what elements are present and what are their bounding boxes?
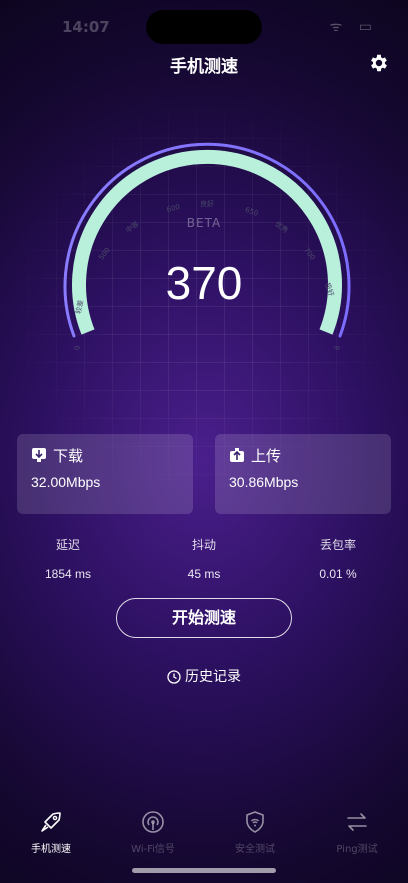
jitter-label: 抖动 bbox=[191, 538, 216, 552]
gauge-tick-label: 良好 bbox=[200, 199, 214, 208]
upload-value: 30.86Mbps bbox=[229, 474, 299, 490]
rocket-icon bbox=[41, 812, 61, 832]
tab-label: Ping测试 bbox=[336, 844, 378, 855]
packet-loss-label: 丢包率 bbox=[319, 538, 356, 552]
download-card: 下载 32.00Mbps bbox=[17, 434, 193, 514]
signal-icon bbox=[142, 811, 164, 833]
bottom-tab-bar: 手机测速 Wi-Fi信号 安全测试 Ping测试 bbox=[0, 800, 408, 860]
clock-icon bbox=[167, 670, 181, 684]
tab-label: 安全测试 bbox=[235, 844, 275, 855]
home-indicator bbox=[132, 868, 276, 873]
jitter-value: 45 ms bbox=[187, 567, 221, 581]
gear-icon[interactable] bbox=[368, 52, 390, 74]
gauge-tick-number: 950 bbox=[331, 345, 341, 350]
download-value: 32.00Mbps bbox=[31, 474, 101, 490]
upload-icon bbox=[230, 448, 244, 462]
download-icon bbox=[32, 448, 46, 462]
beta-badge: BETA bbox=[186, 216, 222, 230]
gauge-tick-number: 250 bbox=[73, 345, 83, 350]
speed-gauge: 250较差500中等600良好650优秀700极好950 bbox=[63, 142, 351, 350]
packet-loss-metric: 丢包率 0.01 % bbox=[278, 536, 398, 581]
history-link[interactable]: 历史记录 bbox=[0, 666, 408, 686]
latency-value: 1854 ms bbox=[44, 567, 92, 581]
upload-label: 上传 bbox=[251, 447, 282, 465]
tab-wifi-signal[interactable]: Wi-Fi信号 bbox=[108, 810, 198, 855]
upload-card: 上传 30.86Mbps bbox=[215, 434, 391, 514]
shield-wifi-icon bbox=[246, 811, 264, 833]
download-label: 下载 bbox=[53, 447, 84, 465]
history-label: 历史记录 bbox=[185, 669, 241, 685]
tab-label: Wi-Fi信号 bbox=[131, 844, 175, 855]
latency-metric: 延迟 1854 ms bbox=[8, 536, 128, 581]
gauge-tick-number: 600 bbox=[166, 203, 181, 214]
tab-security-test[interactable]: 安全测试 bbox=[210, 810, 300, 855]
latency-label: 延迟 bbox=[55, 538, 80, 552]
arrows-icon bbox=[347, 813, 367, 831]
jitter-metric: 抖动 45 ms bbox=[144, 536, 264, 581]
page-title: 手机测速 bbox=[170, 57, 238, 77]
dynamic-island bbox=[146, 10, 262, 44]
status-bar: 14:07 ᯤ ▭ bbox=[0, 0, 408, 48]
start-test-button[interactable]: 开始测速 bbox=[116, 598, 292, 638]
tab-ping-test[interactable]: Ping测试 bbox=[312, 810, 402, 855]
status-icons: ᯤ ▭ bbox=[329, 19, 378, 35]
speed-value: 370 bbox=[165, 257, 243, 309]
packet-loss-value: 0.01 % bbox=[319, 567, 357, 581]
status-time: 14:07 bbox=[62, 18, 110, 36]
tab-label: 手机测速 bbox=[31, 844, 71, 855]
tab-speed-test[interactable]: 手机测速 bbox=[6, 810, 96, 855]
